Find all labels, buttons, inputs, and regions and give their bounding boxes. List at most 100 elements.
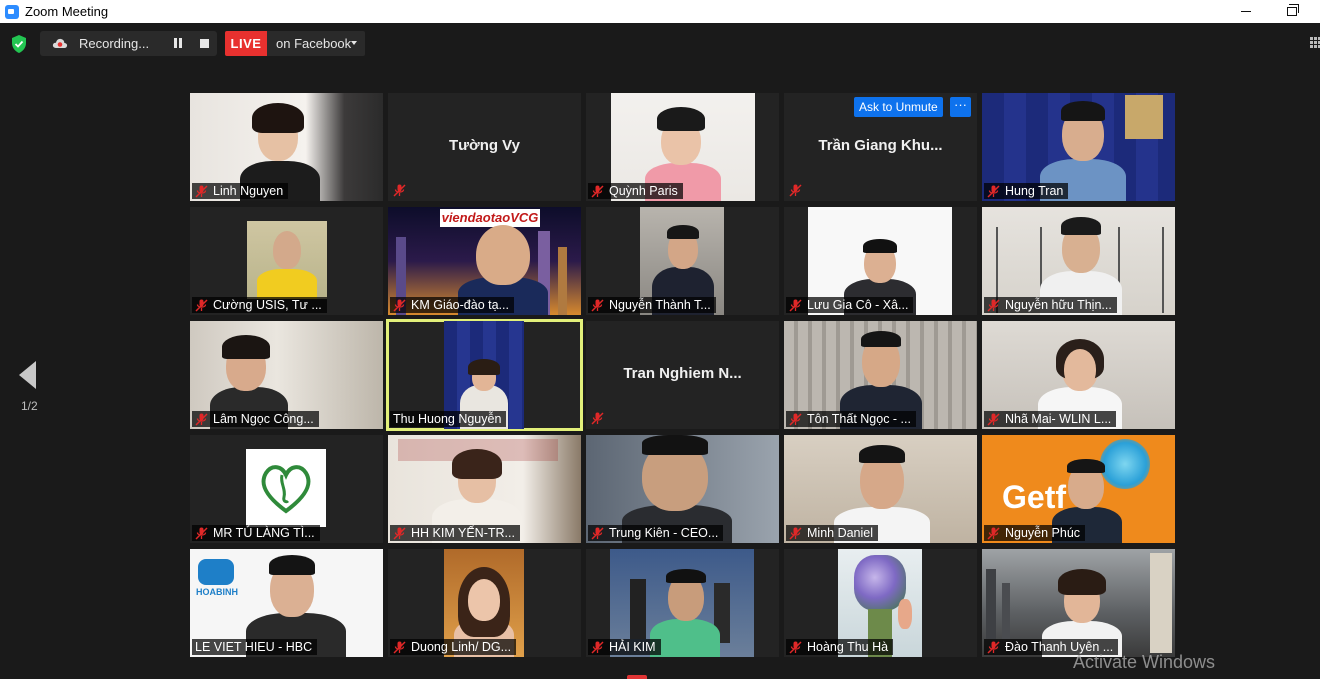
participant-name: Nguyễn Phúc <box>1005 526 1081 540</box>
muted-mic-icon <box>789 526 802 540</box>
previous-page-arrow-icon[interactable] <box>19 361 36 389</box>
participant-nametag: KM Giáo-đào tạ... <box>390 297 514 313</box>
toolbar-peek[interactable] <box>627 675 647 679</box>
participant-tile[interactable]: Tường Vy <box>388 93 581 201</box>
participant-name: Minh Daniel <box>807 526 874 540</box>
participant-tile[interactable]: viendaotaoVCG KM Giáo-đào tạ... <box>388 207 581 315</box>
muted-mic-icon <box>195 184 208 198</box>
logo-text: Getf <box>1002 479 1066 515</box>
participant-name: Nhã Mai- WLIN L... <box>1005 412 1112 426</box>
participant-tile[interactable]: Nguyễn Thành T... <box>586 207 779 315</box>
more-options-button[interactable]: ··· <box>950 97 971 117</box>
live-destination-dropdown[interactable]: on Facebook <box>267 31 365 56</box>
participant-name: LE VIET HIEU - HBC <box>195 640 313 654</box>
window-titlebar: Zoom Meeting <box>0 0 1320 23</box>
participant-tile[interactable]: Cường USIS, Tư ... <box>190 207 383 315</box>
muted-mic-icon <box>393 640 406 654</box>
participant-tile[interactable]: Ask to Unmute ··· Trần Giang Khu... <box>784 93 977 201</box>
gallery-view-icon[interactable] <box>1310 37 1320 49</box>
participant-tile[interactable]: Hung Tran <box>982 93 1175 201</box>
muted-mic-icon <box>987 640 1000 654</box>
participant-tile[interactable]: Minh Daniel <box>784 435 977 543</box>
participant-nametag: Trung Kiên - CEO... <box>588 525 724 541</box>
ask-to-unmute-button[interactable]: Ask to Unmute <box>854 97 943 117</box>
participant-name: Quỳnh Paris <box>609 184 678 198</box>
participant-tile[interactable]: Hoàng Thu Hà <box>784 549 977 657</box>
participant-tile[interactable]: Getf Nguyễn Phúc <box>982 435 1175 543</box>
muted-mic-icon <box>987 184 1000 198</box>
muted-mic-icon <box>591 184 604 198</box>
participant-nametag: Lâm Ngọc Công... <box>192 411 319 427</box>
participant-tile[interactable]: HH KIM YẾN-TR... <box>388 435 581 543</box>
stop-recording-button[interactable] <box>200 39 209 48</box>
participant-nametag: Duong Linh/ DG... <box>390 639 517 655</box>
participant-name: Duong Linh/ DG... <box>411 640 512 654</box>
muted-mic-icon <box>591 640 604 654</box>
participant-tile[interactable]: Quỳnh Paris <box>586 93 779 201</box>
participant-tile[interactable]: Lâm Ngọc Công... <box>190 321 383 429</box>
muted-mic-icon <box>789 184 802 197</box>
pause-recording-button[interactable] <box>172 38 184 49</box>
muted-mic-icon <box>987 298 1000 312</box>
muted-mic-icon <box>393 526 406 540</box>
participant-nametag: Thu Huong Nguyễn <box>390 411 507 427</box>
participant-display-name: Trần Giang Khu... <box>818 137 943 154</box>
participant-name: Nguyễn hữu Thịn... <box>1005 298 1112 312</box>
participant-nametag: HẢI KIM <box>588 639 661 655</box>
participant-tile-active-speaker[interactable]: Thu Huong Nguyễn <box>386 319 583 431</box>
participant-tile[interactable]: HOABINH LE VIET HIEU - HBC <box>190 549 383 657</box>
participant-tile[interactable]: Nhã Mai- WLIN L... <box>982 321 1175 429</box>
participant-tile[interactable]: Tôn Thất Ngọc - ... <box>784 321 977 429</box>
meeting-topbar: Recording... LIVE on Facebook <box>0 23 1320 71</box>
live-badge: LIVE <box>225 31 267 56</box>
muted-mic-icon <box>393 184 406 197</box>
participant-tile[interactable]: MR TÚ LÀNG TÌ... <box>190 435 383 543</box>
participant-tile[interactable]: Duong Linh/ DG... <box>388 549 581 657</box>
participant-nametag: Nguyễn Thành T... <box>588 297 716 313</box>
zoom-app-icon <box>5 4 19 19</box>
participant-nametag: Lưu Gia Cô - Xâ... <box>786 297 914 313</box>
participant-tile[interactable]: Đào Thanh Uyên ... <box>982 549 1175 657</box>
muted-mic-icon <box>195 412 208 426</box>
participant-nametag: LE VIET HIEU - HBC <box>192 639 318 655</box>
participant-video <box>247 221 327 299</box>
participant-name: HH KIM YẾN-TR... <box>411 526 515 540</box>
participant-nametag: Nhã Mai- WLIN L... <box>984 411 1117 427</box>
muted-mic-icon <box>789 412 802 426</box>
minimize-button[interactable] <box>1226 0 1266 23</box>
participant-tile[interactable]: Tran Nghiem N... <box>586 321 779 429</box>
muted-mic-icon <box>789 298 802 312</box>
participant-display-name: Tran Nghiem N... <box>623 365 742 382</box>
participant-tile[interactable]: Nguyễn hữu Thịn... <box>982 207 1175 315</box>
banner-logo: viendaotaoVCG <box>440 209 540 227</box>
cloud-recording-icon <box>52 38 68 48</box>
participant-name: Linh Nguyen <box>213 184 284 198</box>
participant-tile[interactable]: Linh Nguyen <box>190 93 383 201</box>
participant-nametag: MR TÚ LÀNG TÌ... <box>192 525 320 541</box>
participant-tile[interactable]: Trung Kiên - CEO... <box>586 435 779 543</box>
participant-nametag: Linh Nguyen <box>192 183 289 199</box>
participant-nametag: Quỳnh Paris <box>588 183 683 199</box>
participant-name: Lưu Gia Cô - Xâ... <box>807 298 909 312</box>
security-shield-icon[interactable] <box>11 35 27 53</box>
participant-nametag: Nguyễn hữu Thịn... <box>984 297 1117 313</box>
participant-tile[interactable]: Lưu Gia Cô - Xâ... <box>784 207 977 315</box>
participant-nametag: HH KIM YẾN-TR... <box>390 525 520 541</box>
muted-mic-icon <box>393 298 406 312</box>
participant-name: HẢI KIM <box>609 640 656 654</box>
page-indicator: 1/2 <box>21 399 38 413</box>
participant-display-name: Tường Vy <box>449 137 520 154</box>
participant-tile[interactable]: HẢI KIM <box>586 549 779 657</box>
participant-nametag: Hoàng Thu Hà <box>786 639 894 655</box>
maximize-button[interactable] <box>1272 0 1312 23</box>
participant-name: MR TÚ LÀNG TÌ... <box>213 526 315 540</box>
participant-name: KM Giáo-đào tạ... <box>411 298 509 312</box>
muted-mic-icon <box>987 412 1000 426</box>
participant-name: Trung Kiên - CEO... <box>609 526 719 540</box>
participant-nametag: Cường USIS, Tư ... <box>192 297 327 313</box>
participant-name: Lâm Ngọc Công... <box>213 412 314 426</box>
livestream-indicator[interactable]: LIVE on Facebook <box>225 31 365 56</box>
participant-video <box>246 449 326 527</box>
muted-mic-icon <box>591 298 604 312</box>
minimize-icon <box>1241 11 1251 12</box>
